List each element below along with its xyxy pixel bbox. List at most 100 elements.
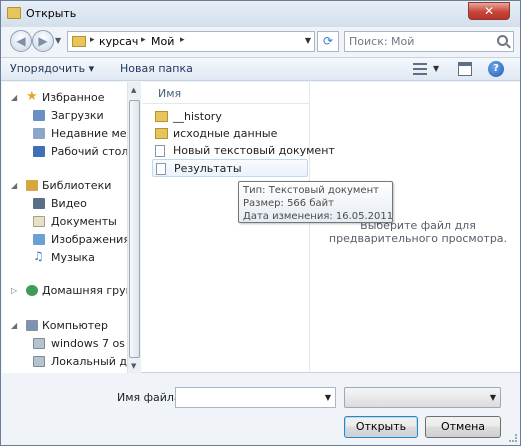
file-name: исходные данные xyxy=(173,127,278,140)
chevron-right-icon[interactable]: ▸ xyxy=(90,35,95,45)
sidebar-item-video[interactable]: Видео xyxy=(2,195,127,213)
music-icon: ♫ xyxy=(33,249,44,263)
new-folder-button[interactable]: Новая папка xyxy=(120,62,193,75)
text-document-icon xyxy=(156,163,166,175)
sidebar-item-label: Видео xyxy=(51,197,87,210)
chevron-right-icon[interactable]: ▷ xyxy=(11,286,17,295)
view-options-icon[interactable] xyxy=(413,63,427,75)
documents-icon xyxy=(33,216,45,227)
chevron-down-icon[interactable]: ◢ xyxy=(11,321,17,330)
homegroup-icon xyxy=(26,285,38,296)
list-item[interactable]: __history xyxy=(152,108,308,126)
sidebar-item-label: Загрузки xyxy=(51,109,104,122)
cancel-button[interactable]: Отмена xyxy=(425,416,501,438)
filename-combobox[interactable]: ▼ xyxy=(175,387,336,408)
list-item[interactable]: исходные данные xyxy=(152,125,308,143)
resize-grip[interactable] xyxy=(509,434,517,442)
sidebar-item-documents[interactable]: Документы xyxy=(2,213,127,231)
desktop-icon xyxy=(33,146,45,157)
sidebar-item-label: Локальный диск xyxy=(51,355,127,368)
sidebar-item-label: Музыка xyxy=(51,251,95,264)
sidebar-item-label: Документы xyxy=(51,215,117,228)
chevron-right-icon[interactable]: ▸ xyxy=(180,35,185,45)
sidebar-item-drive-c[interactable]: windows 7 os (C:) xyxy=(2,335,127,353)
folder-icon xyxy=(7,7,21,19)
scrollbar-thumb[interactable] xyxy=(129,100,140,358)
search-icon[interactable] xyxy=(497,35,508,46)
recent-pages-dropdown[interactable]: ▼ xyxy=(55,36,61,45)
sidebar-item-local-disk[interactable]: Локальный диск xyxy=(2,353,127,371)
sidebar-item-recent-places[interactable]: Недавние места xyxy=(2,125,127,143)
breadcrumb-item[interactable]: Мой xyxy=(151,35,174,48)
sidebar-item-label: Рабочий стол xyxy=(51,145,127,158)
name-column-header[interactable]: Имя xyxy=(142,82,310,104)
star-icon: ★ xyxy=(26,89,38,104)
tooltip-type: Тип: Текстовый документ xyxy=(243,185,379,196)
scroll-down-arrow[interactable]: ▼ xyxy=(131,362,136,370)
preview-pane-icon[interactable] xyxy=(458,62,472,76)
chevron-down-icon[interactable]: ▼ xyxy=(490,393,496,402)
address-bar[interactable]: ▸ курсач ▸ Мой ▸ ▼ xyxy=(67,31,315,52)
search-box[interactable] xyxy=(344,31,514,52)
organize-button[interactable]: Упорядочить ▾ xyxy=(10,62,94,75)
video-icon xyxy=(33,198,45,209)
sidebar-item-label: Избранное xyxy=(42,91,105,104)
sidebar-item-homegroup[interactable]: ▷ Домашняя группа xyxy=(2,282,127,300)
filename-input[interactable] xyxy=(179,391,319,404)
tooltip-size: Размер: 566 байт xyxy=(243,198,334,209)
list-item[interactable]: Новый текстовый документ xyxy=(152,142,335,160)
search-input[interactable] xyxy=(349,35,489,48)
navigation-scrollbar[interactable]: ▲ ▼ xyxy=(127,82,141,373)
file-list: Имя __history исходные данные Новый текс… xyxy=(142,82,335,373)
forward-button[interactable]: ▶ xyxy=(32,30,54,52)
sidebar-item-libraries[interactable]: ◢ Библиотеки xyxy=(2,177,127,195)
pictures-icon xyxy=(33,234,45,245)
address-row: ◀ ▶ ▼ ▸ курсач ▸ Мой ▸ ▼ ⟳ xyxy=(1,27,520,57)
sidebar-item-pictures[interactable]: Изображения xyxy=(2,231,127,249)
text-document-icon xyxy=(155,145,165,157)
close-button[interactable]: ✕ xyxy=(468,2,510,20)
title-bar: Открыть ✕ xyxy=(1,1,520,27)
refresh-button[interactable]: ⟳ xyxy=(317,31,339,52)
open-button[interactable]: Открыть xyxy=(344,416,418,438)
file-type-select[interactable]: ▼ xyxy=(344,387,501,408)
list-item[interactable]: Результаты xyxy=(152,159,308,177)
window-title: Открыть xyxy=(26,7,77,20)
chevron-down-icon[interactable]: ◢ xyxy=(11,181,17,190)
recent-places-icon xyxy=(33,128,45,139)
folder-icon xyxy=(155,128,168,139)
dialog-footer: Имя файла: ▼ ▼ Открыть Отмена xyxy=(1,374,520,445)
drive-icon xyxy=(33,338,45,349)
sidebar-item-label: windows 7 os (C:) xyxy=(51,337,127,350)
back-button[interactable]: ◀ xyxy=(10,30,32,52)
folder-icon xyxy=(155,111,168,122)
sidebar-item-downloads[interactable]: Загрузки xyxy=(2,107,127,125)
sidebar-item-desktop[interactable]: Рабочий стол xyxy=(2,143,127,161)
content-area: ◢ ★ Избранное Загрузки Недавние места Ра… xyxy=(2,82,520,373)
open-file-dialog: Открыть ✕ ◀ ▶ ▼ ▸ курсач ▸ Мой ▸ ▼ ⟳ Упо… xyxy=(0,0,521,446)
file-name: Результаты xyxy=(174,162,242,175)
command-bar: Упорядочить ▾ Новая папка ▼ ? xyxy=(1,57,520,81)
sidebar-item-label: Недавние места xyxy=(51,127,127,140)
libraries-icon xyxy=(26,180,38,191)
chevron-down-icon[interactable]: ▼ xyxy=(433,64,439,73)
help-icon[interactable]: ? xyxy=(488,61,504,77)
chevron-down-icon[interactable]: ◢ xyxy=(11,93,17,102)
chevron-down-icon[interactable]: ▼ xyxy=(325,393,331,402)
scroll-up-arrow[interactable]: ▲ xyxy=(131,86,136,94)
chevron-down-icon[interactable]: ▼ xyxy=(305,36,311,45)
downloads-icon xyxy=(33,110,45,121)
computer-icon xyxy=(26,320,38,331)
tooltip-date: Дата изменения: 16.05.2011 16:33 xyxy=(243,211,393,222)
sidebar-item-favorites[interactable]: ◢ ★ Избранное xyxy=(2,89,127,107)
folder-icon xyxy=(72,36,86,47)
sidebar-item-label: Библиотеки xyxy=(42,179,112,192)
chevron-right-icon[interactable]: ▸ xyxy=(141,35,146,45)
sidebar-item-label: Домашняя группа xyxy=(42,284,127,297)
sidebar-item-music[interactable]: ♫ Музыка xyxy=(2,249,127,267)
drive-icon xyxy=(33,356,45,367)
column-header-label: Имя xyxy=(158,87,182,100)
breadcrumb-item[interactable]: курсач xyxy=(99,35,138,48)
sidebar-item-computer[interactable]: ◢ Компьютер xyxy=(2,317,127,335)
preview-pane: Выберите файл для предварительного просм… xyxy=(311,82,520,373)
